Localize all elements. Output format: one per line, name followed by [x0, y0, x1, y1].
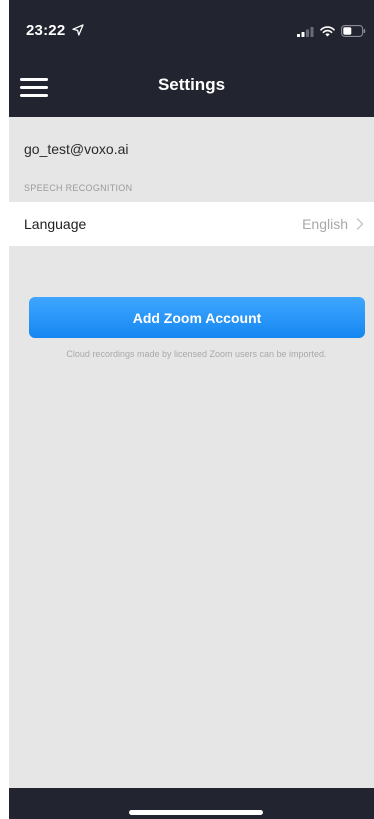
status-icons [297, 24, 366, 38]
section-header-speech-recognition: SPEECH RECOGNITION [24, 183, 133, 193]
account-email: go_test@voxo.ai [24, 141, 129, 157]
battery-icon [341, 25, 366, 37]
bottom-bar [9, 788, 374, 819]
language-row[interactable]: Language English [9, 202, 374, 246]
language-label: Language [24, 216, 87, 232]
status-time: 23:22 [26, 22, 66, 39]
wifi-icon [320, 25, 335, 36]
signal-icon [297, 26, 314, 37]
page-title: Settings [157, 75, 226, 94]
chevron-right-icon [356, 218, 364, 230]
zoom-hint-text: Cloud recordings made by licensed Zoom u… [66, 349, 327, 359]
navigation-bar: Settings [9, 63, 374, 117]
home-indicator[interactable] [129, 810, 263, 815]
add-zoom-account-button[interactable]: Add Zoom Account [29, 297, 365, 338]
language-value: English [302, 216, 348, 232]
location-arrow-icon [72, 24, 84, 36]
status-bar: 23:22 [9, 0, 374, 63]
app-screen: 23:22 Settings go_test@voxo.ai SPEECH RE… [9, 0, 374, 819]
